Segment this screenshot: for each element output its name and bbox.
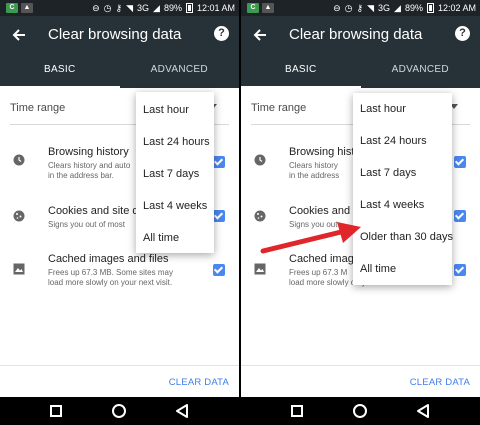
tab-indicator xyxy=(241,86,361,88)
item-title: Cookies and site da xyxy=(48,205,145,217)
back-triangle-icon[interactable] xyxy=(415,403,431,419)
time-range-dropdown: Last hour Last 24 hours Last 7 days Last… xyxy=(353,93,453,285)
help-icon[interactable]: ? xyxy=(214,26,229,41)
dropdown-option[interactable]: Last 24 hours xyxy=(143,136,210,148)
alarm-icon: ◷ xyxy=(344,3,353,13)
red-annotation-arrow-icon xyxy=(260,222,361,254)
item-subtitle: Clears history xyxy=(289,161,338,170)
nav-bar xyxy=(241,397,480,425)
recents-icon[interactable] xyxy=(50,405,62,417)
item-subtitle: Signs you out of most xyxy=(48,220,125,229)
recents-icon[interactable] xyxy=(291,405,303,417)
dropdown-option[interactable]: Last 4 weeks xyxy=(360,199,424,211)
tab-indicator xyxy=(0,86,120,88)
dropdown-option[interactable]: Last 24 hours xyxy=(360,135,427,147)
checkbox[interactable] xyxy=(213,264,225,276)
clear-data-button[interactable]: CLEAR DATA xyxy=(410,377,470,388)
network-type: 3G xyxy=(378,3,391,13)
page-title: Clear browsing data xyxy=(48,26,182,43)
dropdown-option[interactable]: Last hour xyxy=(360,103,406,115)
time-range-label[interactable]: Time range xyxy=(251,102,306,114)
divider xyxy=(241,365,480,366)
back-arrow-icon[interactable] xyxy=(10,26,28,44)
page-title: Clear browsing data xyxy=(289,26,423,43)
item-subtitle: in the address xyxy=(289,171,340,180)
clock: 12:01 AM xyxy=(196,3,235,13)
item-title: Cookies and s xyxy=(289,205,359,217)
signal-icon: ◢ xyxy=(153,3,160,13)
app-toolbar: Clear browsing data ? xyxy=(0,16,239,54)
app-toolbar: Clear browsing data ? xyxy=(241,16,480,54)
tab-basic[interactable]: BASIC xyxy=(0,54,120,88)
screenshot-right: C ▲ ⊖ ◷ ⚷ ◥ 3G ◢ 89% 12:02 AM Clear brow… xyxy=(241,0,480,425)
status-bar: C ▲ ⊖ ◷ ⚷ ◥ 3G ◢ 89% 12:01 AM xyxy=(0,0,239,16)
do-not-disturb-icon: ⊖ xyxy=(92,3,100,13)
screenshot-left: C ▲ ⊖ ◷ ⚷ ◥ 3G ◢ 89% 12:01 AM Clear brow… xyxy=(0,0,239,425)
network-type: 3G xyxy=(137,3,150,13)
home-icon[interactable] xyxy=(353,404,367,418)
status-bar: C ▲ ⊖ ◷ ⚷ ◥ 3G ◢ 89% 12:02 AM xyxy=(241,0,480,16)
item-subtitle: Frees up 67.3 M xyxy=(289,268,348,277)
clock-icon xyxy=(13,154,25,166)
item-subtitle: Frees up 67.3 MB. Some sites may xyxy=(48,268,173,277)
back-triangle-icon[interactable] xyxy=(174,403,190,419)
item-subtitle: load more slowly on your next visit. xyxy=(48,278,173,287)
dropdown-option[interactable]: Last 7 days xyxy=(360,167,416,179)
checkbox[interactable] xyxy=(454,264,466,276)
clock-icon xyxy=(254,154,266,166)
app-notification-icon: C xyxy=(6,3,18,13)
help-icon[interactable]: ? xyxy=(455,26,470,41)
alarm-icon: ◷ xyxy=(103,3,112,13)
checkbox[interactable] xyxy=(454,156,466,168)
time-range-dropdown: Last hour Last 24 hours Last 7 days Last… xyxy=(136,92,214,253)
cookie-icon xyxy=(13,210,25,222)
battery-percent: 89% xyxy=(163,3,182,13)
item-title: Browsing history xyxy=(48,146,129,158)
app-notification-icon: C xyxy=(247,3,259,13)
key-icon: ⚷ xyxy=(356,3,364,13)
wifi-icon: ◥ xyxy=(126,3,134,13)
checkbox[interactable] xyxy=(213,156,225,168)
tab-bar: BASIC ADVANCED xyxy=(241,54,480,88)
time-range-label[interactable]: Time range xyxy=(10,102,65,114)
battery-icon xyxy=(426,3,434,13)
back-arrow-icon[interactable] xyxy=(251,26,269,44)
dropdown-option[interactable]: Last 4 weeks xyxy=(143,200,207,212)
home-icon[interactable] xyxy=(112,404,126,418)
image-icon xyxy=(13,263,25,275)
battery-icon xyxy=(185,3,193,13)
checkbox[interactable] xyxy=(454,210,466,222)
checkbox[interactable] xyxy=(213,210,225,222)
dropdown-option[interactable]: All time xyxy=(143,232,179,244)
tab-bar: BASIC ADVANCED xyxy=(0,54,239,88)
item-title: Browsing histo xyxy=(289,146,361,158)
item-title: Cached images and files xyxy=(48,253,169,265)
android-notification-icon: ▲ xyxy=(262,3,274,13)
item-subtitle: Clears history and auto xyxy=(48,161,131,170)
tab-basic[interactable]: BASIC xyxy=(241,54,361,88)
tab-advanced[interactable]: ADVANCED xyxy=(120,54,240,88)
clock: 12:02 AM xyxy=(437,3,476,13)
key-icon: ⚷ xyxy=(115,3,123,13)
nav-bar xyxy=(0,397,239,425)
do-not-disturb-icon: ⊖ xyxy=(333,3,341,13)
item-subtitle: in the address bar. xyxy=(48,171,114,180)
dropdown-option-highlighted[interactable]: Older than 30 days xyxy=(360,231,453,243)
battery-percent: 89% xyxy=(404,3,423,13)
dropdown-option[interactable]: Last hour xyxy=(143,104,189,116)
dropdown-option[interactable]: Last 7 days xyxy=(143,168,199,180)
divider xyxy=(0,365,239,366)
signal-icon: ◢ xyxy=(394,3,401,13)
clear-data-button[interactable]: CLEAR DATA xyxy=(169,377,229,388)
android-notification-icon: ▲ xyxy=(21,3,33,13)
tab-advanced[interactable]: ADVANCED xyxy=(361,54,480,88)
wifi-icon: ◥ xyxy=(367,3,375,13)
